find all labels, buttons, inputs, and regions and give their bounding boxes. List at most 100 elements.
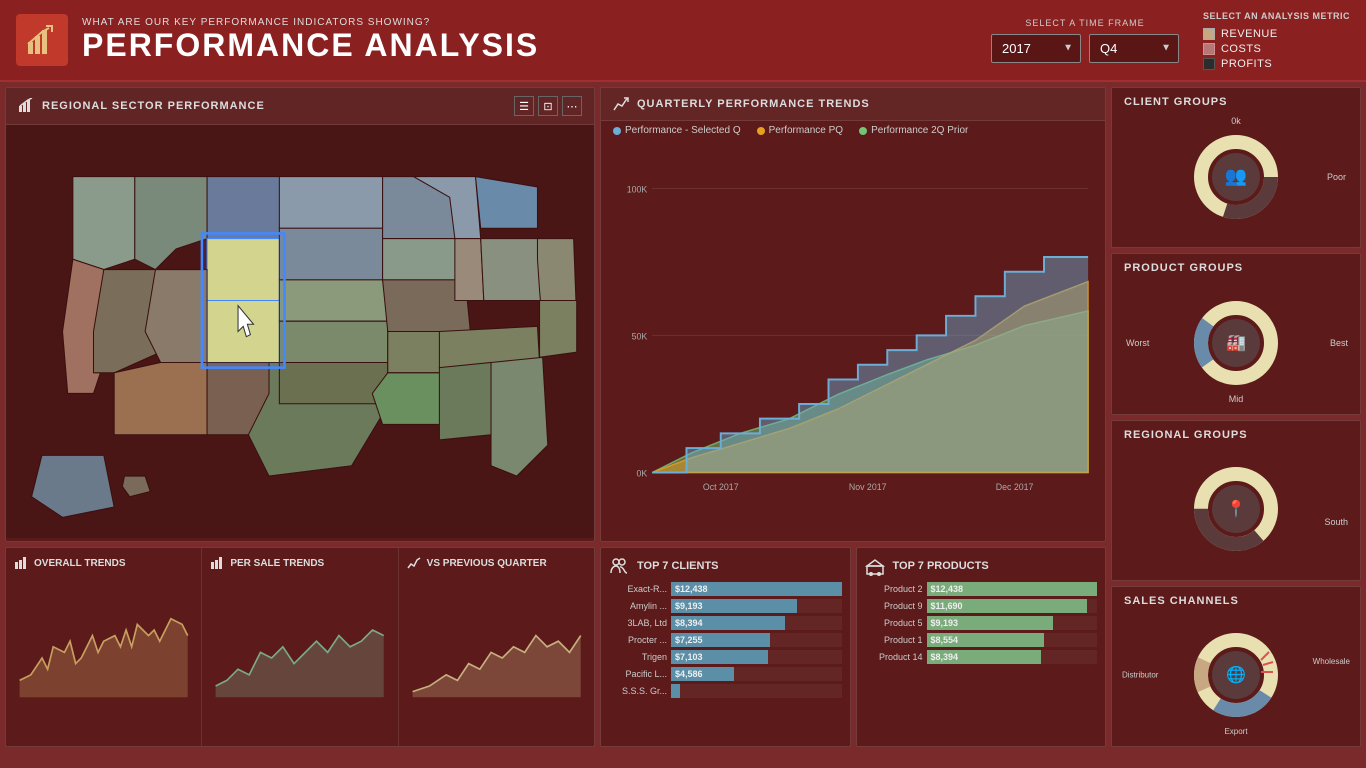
client-label-3: Procter ... xyxy=(609,635,667,645)
client-bar-5: $4,586 xyxy=(671,667,842,681)
sales-channels-panel: Sales Channels Distributor Wholesale Exp… xyxy=(1111,586,1361,747)
map-toolbar-expand[interactable]: ⊡ xyxy=(538,96,558,116)
vs-prev-label: VS Previous Quarter xyxy=(427,558,547,569)
client-value-2: $8,394 xyxy=(675,618,703,628)
overall-trends-svg xyxy=(14,574,193,720)
client-value-1: $9,193 xyxy=(675,601,703,611)
product-row-3: Product 1 $8,554 xyxy=(865,633,1098,647)
client-bar-0: $12,438 xyxy=(671,582,842,596)
product-row-2: Product 5 $9,193 xyxy=(865,616,1098,630)
product-row-4: Product 14 $8,394 xyxy=(865,650,1098,664)
client-bar-1: $9,193 xyxy=(671,599,842,613)
client-label-6: S.S.S. Gr... xyxy=(609,686,667,696)
product-worst-label: Worst xyxy=(1126,338,1149,348)
quarterly-chart-svg-container: 100K 50K 0K Oct 2017 Nov 2017 Dec 2017 xyxy=(613,144,1093,517)
year-select-wrapper[interactable]: 2017 2016 xyxy=(991,34,1081,63)
svg-text:Oct 2017: Oct 2017 xyxy=(703,482,739,492)
client-row-3: Procter ... $7,255 xyxy=(609,633,842,647)
regional-donut-svg: 📍 xyxy=(1191,464,1281,554)
legend-2q-prior: Performance 2Q Prior xyxy=(859,125,968,136)
metric-revenue[interactable]: Revenue xyxy=(1203,28,1350,40)
svg-text:👥: 👥 xyxy=(1225,166,1247,186)
legend-label-orange: Performance PQ xyxy=(769,125,843,136)
main-grid: Regional Sector Performance ☰ ⊡ ⋯ xyxy=(0,82,1366,768)
clients-icon xyxy=(609,556,629,576)
client-bar-2: $8,394 xyxy=(671,616,842,630)
revenue-checkbox[interactable] xyxy=(1203,28,1215,40)
quarterly-chart-svg: 100K 50K 0K Oct 2017 Nov 2017 Dec 2017 xyxy=(613,144,1093,517)
product-groups-donut: Worst Best Mid 🏭 xyxy=(1120,280,1352,405)
legend-pq: Performance PQ xyxy=(757,125,843,136)
metric-profits[interactable]: Profits xyxy=(1203,58,1350,70)
sales-channels-donut-svg: 🌐 xyxy=(1191,630,1281,720)
product-row-0: Product 2 $12,438 xyxy=(865,582,1098,596)
top7-products-panel: Top 7 Products Product 2 $12,438 Product… xyxy=(856,547,1107,747)
product-label-4: Product 14 xyxy=(865,652,923,662)
client-value-3: $7,255 xyxy=(675,635,703,645)
svg-text:Nov 2017: Nov 2017 xyxy=(849,482,887,492)
client-fill-6 xyxy=(671,684,680,698)
client-row-6: S.S.S. Gr... xyxy=(609,684,842,698)
map-panel-header: Regional Sector Performance ☰ ⊡ ⋯ xyxy=(6,88,594,125)
overall-trends-title: Overall Trends xyxy=(14,556,193,570)
map-toolbar: ☰ ⊡ ⋯ xyxy=(514,96,582,116)
map-toolbar-menu[interactable]: ☰ xyxy=(514,96,534,116)
product-bar-2: $9,193 xyxy=(927,616,1098,630)
overall-trends-section: Overall Trends xyxy=(6,548,202,746)
profits-checkbox[interactable] xyxy=(1203,58,1215,70)
quarter-select[interactable]: Q4 Q3 Q2 Q1 xyxy=(1089,34,1179,63)
costs-label: Costs xyxy=(1221,43,1261,55)
legend-label-green: Performance 2Q Prior xyxy=(871,125,968,136)
sales-export-label: Export xyxy=(1224,727,1247,736)
client-bar-6 xyxy=(671,684,842,698)
client-label-1: Amylin ... xyxy=(609,601,667,611)
product-mid-label: Mid xyxy=(1229,394,1244,404)
us-map-svg[interactable] xyxy=(6,125,594,538)
client-0k-label: 0k xyxy=(1231,116,1241,126)
timeframe-label: Select a Time Frame xyxy=(991,18,1179,28)
top7-products-header: Top 7 Products xyxy=(865,556,1098,576)
year-select[interactable]: 2017 2016 xyxy=(991,34,1081,63)
per-sale-trends-title: Per Sale Trends xyxy=(210,556,389,570)
client-groups-title: Client Groups xyxy=(1120,96,1227,108)
top7-products-title: Top 7 Products xyxy=(893,560,989,572)
legend-label-blue: Performance - Selected Q xyxy=(625,125,741,136)
legend-dot-orange xyxy=(757,127,765,135)
client-groups-donut: 0k Poor 👥 xyxy=(1120,114,1352,239)
vs-prev-section: VS Previous Quarter xyxy=(399,548,594,746)
bottom-middle: Top 7 Clients Exact-R... $12,438 Amylin … xyxy=(600,547,1106,747)
client-groups-panel: Client Groups 0k Poor 👥 xyxy=(1111,87,1361,248)
sales-wholesale-label: Wholesale xyxy=(1313,657,1350,666)
quarterly-trends-panel: Quarterly Performance Trends Performance… xyxy=(600,87,1106,542)
legend-dot-green xyxy=(859,127,867,135)
client-row-5: Pacific L... $4,586 xyxy=(609,667,842,681)
per-sale-trends-section: Per Sale Trends xyxy=(202,548,398,746)
map-container xyxy=(6,125,594,538)
svg-text:🌐: 🌐 xyxy=(1226,665,1246,684)
svg-text:🏭: 🏭 xyxy=(1226,334,1246,352)
map-toolbar-more[interactable]: ⋯ xyxy=(562,96,582,116)
client-row-4: Trigen $7,103 xyxy=(609,650,842,664)
map-panel-title: Regional Sector Performance xyxy=(42,100,265,112)
client-row-2: 3LAB, Ltd $8,394 xyxy=(609,616,842,630)
bottom-trends-panel: Overall Trends Per Sale Trends xyxy=(5,547,595,747)
client-row-0: Exact-R... $12,438 xyxy=(609,582,842,596)
page-header: What are our key performance indicators … xyxy=(0,0,1366,82)
metric-costs[interactable]: Costs xyxy=(1203,43,1350,55)
product-label-2: Product 5 xyxy=(865,618,923,628)
client-label-2: 3LAB, Ltd xyxy=(609,618,667,628)
sales-channels-title: Sales Channels xyxy=(1120,595,1239,607)
client-label-0: Exact-R... xyxy=(609,584,667,594)
bottom-trends: Overall Trends Per Sale Trends xyxy=(6,548,594,746)
product-bar-1: $11,690 xyxy=(927,599,1098,613)
trends-icon xyxy=(613,96,629,112)
analysis-metric-block: Select an Analysis Metric Revenue Costs … xyxy=(1203,11,1350,70)
top7-clients-header: Top 7 Clients xyxy=(609,556,842,576)
sales-channels-donut: Distributor Wholesale Export 🌐 xyxy=(1120,613,1352,738)
header-title: Performance Analysis xyxy=(82,28,991,63)
quarter-select-wrapper[interactable]: Q4 Q3 Q2 Q1 xyxy=(1089,34,1179,63)
costs-checkbox[interactable] xyxy=(1203,43,1215,55)
product-groups-panel: Product Groups Worst Best Mid 🏭 xyxy=(1111,253,1361,414)
client-bar-3: $7,255 xyxy=(671,633,842,647)
overall-trends-icon xyxy=(14,556,28,570)
